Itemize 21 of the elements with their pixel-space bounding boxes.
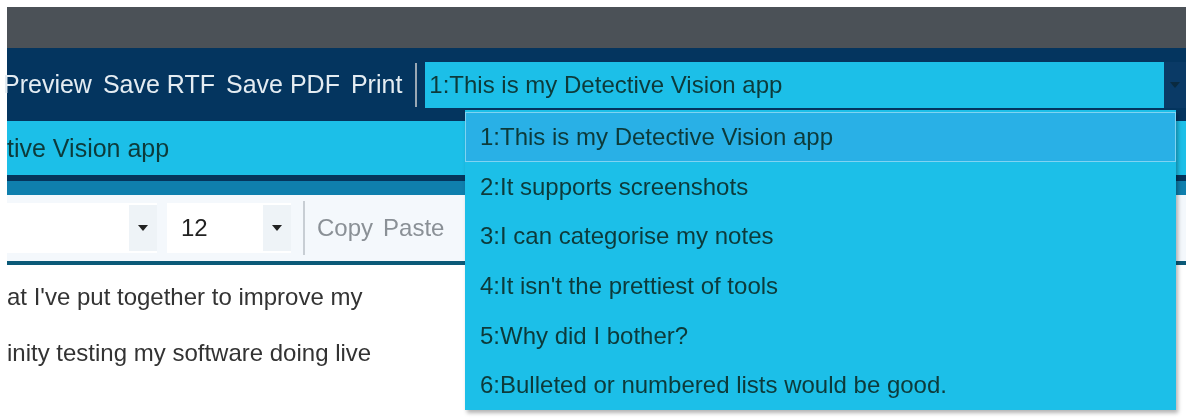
dropdown-option[interactable]: 4:It isn't the prettiest of tools bbox=[465, 261, 1176, 311]
note-text-line: at I've put together to improve my bbox=[7, 283, 363, 311]
font-size-dropdown[interactable]: 12 bbox=[167, 203, 291, 253]
dropdown-option[interactable]: 5:Why did I bother? bbox=[465, 310, 1176, 361]
note-title: tive Vision app bbox=[7, 133, 170, 163]
note-dropdown[interactable]: 1:This is my Detective Vision app bbox=[425, 61, 1186, 108]
font-size-value: 12 bbox=[180, 214, 209, 242]
dropdown-value: 1:This is my Detective Vision app bbox=[428, 70, 784, 99]
dropdown-option[interactable]: 2:It supports screenshots bbox=[465, 161, 1176, 212]
dropdown-option[interactable]: 1:This is my Detective Vision app bbox=[465, 112, 1176, 162]
dropdown-option[interactable]: 6:Bulleted or numbered lists would be good. bbox=[465, 360, 1176, 411]
note-text-line: inity testing my software doing live bbox=[7, 339, 372, 367]
format-button[interactable]: Copy bbox=[317, 214, 378, 242]
font-dropdown[interactable] bbox=[7, 203, 157, 253]
toolbar-button[interactable]: Save RTF bbox=[102, 70, 221, 99]
caret-icon bbox=[129, 205, 157, 251]
caret-icon bbox=[263, 205, 291, 251]
toolbar-button[interactable]: Print bbox=[350, 70, 409, 99]
format-button[interactable]: Paste bbox=[383, 214, 449, 242]
dropdown-option[interactable]: 3:I can categorise my notes bbox=[465, 211, 1176, 261]
toolbar-button[interactable]: Save PDF bbox=[226, 70, 346, 99]
